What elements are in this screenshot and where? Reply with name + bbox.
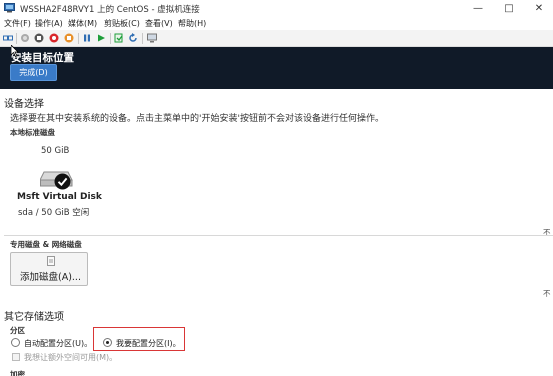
selected-check-icon — [54, 173, 71, 190]
manual-partition-label[interactable]: 我要配置分区(I)。 — [116, 338, 181, 349]
toolbar-separator — [16, 33, 17, 44]
close-button[interactable]: ✕ — [524, 0, 553, 17]
partition-heading: 分区 — [10, 326, 25, 335]
add-disk-label: 添加磁盘(A)... — [20, 272, 81, 283]
auto-partition-label[interactable]: 自动配置分区(U)。 — [24, 338, 92, 349]
other-storage-heading: 其它存储选项 — [4, 312, 64, 323]
disk-tile[interactable]: 50 GiB Msft Virtual Disk sda / 50 GiB 空闲 — [14, 143, 110, 221]
right-note: 不 — [543, 228, 551, 237]
device-selection-heading: 设备选择 — [4, 99, 44, 110]
right-note-2: 不 — [543, 289, 551, 298]
menu-help[interactable]: 帮助(H) — [178, 18, 206, 29]
disk-size: 50 GiB — [41, 146, 70, 156]
auto-partition-radio[interactable] — [11, 338, 20, 347]
page-title: 安装目标位置 — [11, 52, 74, 64]
installer-header: 安装目标位置 完成(D) — [0, 47, 553, 89]
menu-media[interactable]: 媒体(M) — [68, 18, 97, 29]
extra-space-checkbox[interactable] — [12, 353, 20, 361]
toolbar-separator — [142, 33, 143, 44]
minimize-button[interactable]: — — [463, 0, 493, 17]
add-disk-button[interactable]: 添加磁盘(A)... — [10, 252, 88, 286]
device-selection-description: 选择要在其中安装系统的设备。点击主菜单中的'开始安装'按钮前不会对该设备进行任何… — [10, 114, 384, 124]
radio-selected-dot — [106, 341, 109, 344]
disk-details: sda / 50 GiB 空闲 — [18, 208, 90, 218]
mouse-cursor-icon — [11, 45, 19, 57]
maximize-button[interactable]: □ — [494, 0, 524, 17]
checkpoint-icon[interactable] — [114, 33, 124, 43]
done-button[interactable]: 完成(D) — [10, 64, 57, 81]
vm-connection-icon — [4, 3, 15, 13]
toolbar — [0, 30, 553, 47]
encryption-heading: 加密 — [10, 370, 25, 376]
menu-view[interactable]: 查看(V) — [145, 18, 173, 29]
shut-down-icon[interactable] — [49, 33, 59, 43]
specialized-disks-heading: 专用磁盘 & 网络磁盘 — [10, 240, 82, 249]
extra-space-label[interactable]: 我想让额外空间可用(M)。 — [24, 352, 117, 363]
save-icon[interactable] — [64, 33, 74, 43]
start-icon[interactable] — [20, 33, 30, 43]
turn-off-icon[interactable] — [34, 33, 44, 43]
menu-clipboard[interactable]: 剪贴板(C) — [104, 18, 140, 29]
manual-partition-radio[interactable] — [103, 338, 112, 347]
disk-add-icon — [47, 256, 55, 266]
menu-file[interactable]: 文件(F) — [4, 18, 31, 29]
divider — [4, 235, 553, 236]
menu-bar: 文件(F) 操作(A) 媒体(M) 剪贴板(C) 查看(V) 帮助(H) — [0, 17, 553, 30]
local-disks-heading: 本地标准磁盘 — [10, 128, 55, 137]
revert-icon[interactable] — [128, 33, 138, 43]
toolbar-separator — [78, 33, 79, 44]
toolbar-separator — [110, 33, 111, 44]
pause-icon[interactable] — [82, 33, 92, 43]
main-content: 设备选择 选择要在其中安装系统的设备。点击主菜单中的'开始安装'按钮前不会对该设… — [0, 89, 553, 376]
window-titlebar: WSSHA2F48RVY1 上的 CentOS - 虚拟机连接 — □ ✕ — [0, 0, 553, 17]
window-title: WSSHA2F48RVY1 上的 CentOS - 虚拟机连接 — [20, 5, 200, 15]
ctrl-alt-del-icon[interactable] — [3, 33, 13, 43]
enhanced-session-icon[interactable] — [147, 33, 157, 43]
resume-icon[interactable] — [96, 33, 106, 43]
disk-name: Msft Virtual Disk — [17, 192, 102, 202]
menu-action[interactable]: 操作(A) — [35, 18, 63, 29]
